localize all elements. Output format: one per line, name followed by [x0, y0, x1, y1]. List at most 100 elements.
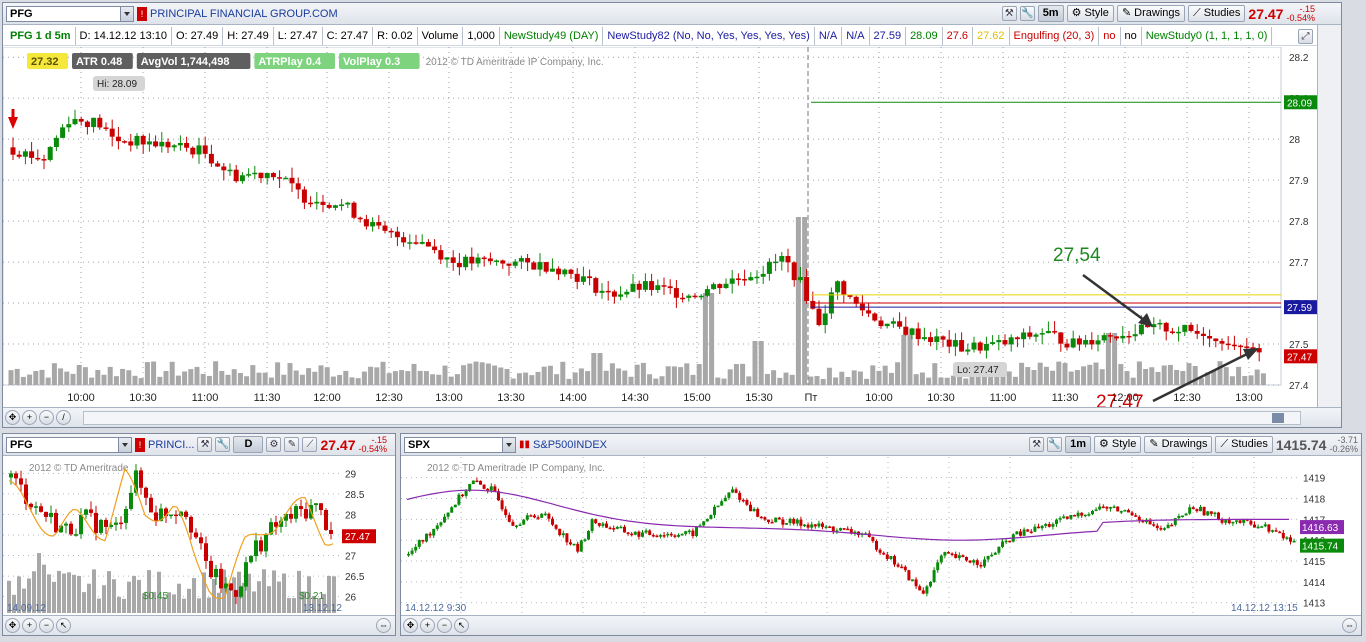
- volume-bar: [1043, 366, 1049, 385]
- candle-body: [1200, 333, 1206, 336]
- left-volume-bar: [292, 598, 296, 613]
- main-price-chart[interactable]: 28.228.12827.927.827.727.627.527.410:001…: [3, 47, 1317, 409]
- pan-icon[interactable]: ✥: [5, 410, 20, 425]
- right-candle-body: [1217, 512, 1220, 520]
- right-chart-type-icon[interactable]: ▮▮: [519, 439, 530, 450]
- right-symbol-selector[interactable]: SPX: [404, 436, 516, 453]
- left-change-percent: -0.54%: [358, 443, 388, 454]
- candle-body: [711, 284, 717, 290]
- candle-body: [171, 145, 177, 148]
- candle-body: [1157, 322, 1163, 325]
- candle-body: [264, 173, 270, 179]
- left-candle-body: [304, 509, 308, 519]
- candle-body: [72, 118, 78, 125]
- left-alert-flag-icon[interactable]: !: [135, 437, 145, 452]
- right-pan-icon[interactable]: ✥: [403, 618, 418, 633]
- left-candle-body: [194, 532, 198, 538]
- zoom-out-icon[interactable]: −: [39, 410, 54, 425]
- left-last-price: 27.47: [320, 436, 356, 453]
- left-pencil-icon[interactable]: ✎: [284, 437, 300, 452]
- symbol-selector[interactable]: PFG: [6, 5, 134, 22]
- candle-body: [1083, 340, 1089, 345]
- right-expand-icon[interactable]: ⇔: [1342, 618, 1357, 633]
- right-candle-body: [756, 508, 760, 517]
- left-cursor-icon[interactable]: ↖: [56, 618, 71, 633]
- volume-bar: [343, 370, 349, 385]
- time-scrollbar[interactable]: [83, 411, 1301, 425]
- volume-bar: [857, 371, 863, 385]
- candle-body: [804, 277, 810, 301]
- right-studies-button[interactable]: ⟋ Studies: [1215, 436, 1273, 453]
- right-candle-body: [619, 526, 623, 529]
- volume-bar: [1167, 364, 1173, 385]
- volume-bar: [330, 376, 336, 385]
- volume-bar: [423, 371, 429, 385]
- right-candle-body: [1101, 506, 1105, 509]
- draw-line-icon[interactable]: /: [56, 410, 71, 425]
- right-candle-body: [911, 579, 914, 581]
- right-candle-body: [425, 533, 428, 542]
- studies-button[interactable]: ⟋ Studies: [1188, 5, 1246, 22]
- left-studies-icon[interactable]: ⟋: [302, 437, 318, 452]
- right-candle-body: [1008, 540, 1012, 543]
- volume-bar: [8, 370, 14, 385]
- left-pan-icon[interactable]: ✥: [5, 618, 20, 633]
- symbol-dropdown-icon[interactable]: [120, 6, 133, 21]
- right-link-tool-icon[interactable]: ⚒: [1029, 437, 1045, 452]
- plot-area: [3, 47, 1282, 386]
- left-link-tool-icon[interactable]: ⚒: [197, 437, 213, 452]
- candle-body: [692, 295, 698, 298]
- link-tool-icon[interactable]: ⚒: [1001, 6, 1017, 21]
- left-symbol-selector[interactable]: PFG: [6, 436, 132, 453]
- right-date-end: 14.12.12 13:15: [1231, 603, 1298, 614]
- right-candle-body: [1163, 528, 1166, 530]
- left-daily-chart[interactable]: 2928.52827.52726.5262012 © TD Ameritrade…: [3, 457, 395, 615]
- left-zoom-in-icon[interactable]: +: [22, 618, 37, 633]
- candle-body: [184, 142, 190, 148]
- drawings-button[interactable]: ✎ Drawings: [1116, 5, 1186, 22]
- right-candle-body: [1159, 528, 1163, 530]
- volume-bar: [702, 293, 708, 385]
- right-wrench-icon[interactable]: 🔧: [1047, 437, 1063, 452]
- right-candle-body: [1112, 506, 1116, 509]
- candle-body: [97, 117, 103, 128]
- right-candle-body: [1289, 537, 1292, 542]
- volume-bar: [609, 363, 615, 385]
- scroll-thumb[interactable]: [1272, 413, 1284, 423]
- left-expand-icon[interactable]: ⇔: [376, 618, 391, 633]
- left-volume-bar: [277, 581, 281, 613]
- right-timeframe-button[interactable]: 1m: [1065, 436, 1092, 453]
- left-wrench-icon[interactable]: 🔧: [215, 437, 231, 452]
- left-style-icon[interactable]: ⚙: [266, 437, 282, 452]
- right-candle-body: [1231, 521, 1235, 524]
- right-spx-chart[interactable]: 14191418141714161415141414132012 © TD Am…: [401, 457, 1361, 615]
- right-drawings-button[interactable]: ✎ Drawings: [1144, 436, 1213, 453]
- right-candle-body: [666, 533, 670, 536]
- candle-body: [153, 141, 159, 147]
- alert-flag-icon[interactable]: !: [137, 6, 147, 21]
- left-zoom-out-icon[interactable]: −: [39, 618, 54, 633]
- right-style-button[interactable]: ⚙ Style: [1094, 436, 1142, 453]
- right-candle-body: [1098, 506, 1102, 510]
- left-symbol-dropdown-icon[interactable]: [118, 437, 131, 452]
- timeframe-button[interactable]: 5m: [1037, 5, 1064, 22]
- candle-body: [1138, 324, 1144, 335]
- right-zoom-out-icon[interactable]: −: [437, 618, 452, 633]
- vertical-scrollbar[interactable]: [1317, 25, 1341, 407]
- left-volume-bar: [67, 572, 71, 613]
- right-symbol-dropdown-icon[interactable]: [502, 437, 515, 452]
- zoom-in-icon[interactable]: +: [22, 410, 37, 425]
- volume-bar: [479, 362, 485, 385]
- right-plot-area: [401, 457, 1297, 613]
- right-cursor-icon[interactable]: ↖: [454, 618, 469, 633]
- right-zoom-in-icon[interactable]: +: [420, 618, 435, 633]
- right-candle-body: [734, 489, 738, 493]
- left-label-1: $0.45: [143, 591, 168, 602]
- volume-bar: [76, 364, 82, 385]
- volume-bar: [324, 367, 330, 385]
- style-button[interactable]: ⚙ Style: [1066, 5, 1114, 22]
- study-values-bar: PFG 1 d 5m D: 14.12.12 13:10 O: 27.49 H: 27…: [3, 26, 1341, 46]
- wrench-icon[interactable]: 🔧: [1019, 6, 1035, 21]
- expand-icon[interactable]: ⤢: [1298, 29, 1313, 44]
- left-timeframe-button[interactable]: D: [233, 436, 264, 453]
